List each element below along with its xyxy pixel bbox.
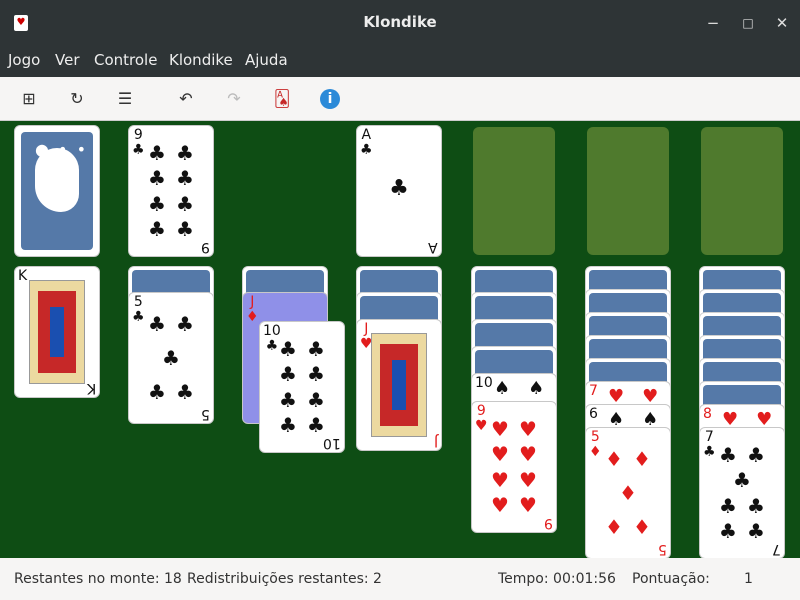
menu-ajuda[interactable]: Ajuda (245, 51, 288, 69)
tableau-1-top-card[interactable]: K K (14, 266, 100, 398)
info-icon[interactable]: i (320, 89, 340, 109)
menu-controle[interactable]: Controle (94, 51, 157, 69)
menubar: Jogo Ver Controle Klondike Ajuda (0, 46, 800, 77)
tableau-7-top-card[interactable]: 7 ♣ ♣ ♣ ♣ ♣ ♣ ♣ ♣ 7 (699, 427, 785, 559)
stock-remaining: Restantes no monte: 18 (14, 571, 182, 587)
foundation-4[interactable] (701, 127, 783, 255)
king-portrait (29, 280, 85, 384)
redeals-remaining: Redistribuições restantes: 2 (187, 571, 382, 587)
waste-card[interactable]: 9 ♣ ♣ ♣ ♣ ♣ ♣ ♣ ♣ ♣ 9 (128, 125, 214, 257)
menu-ver[interactable]: Ver (55, 51, 80, 69)
window-title: Klondike (363, 13, 437, 31)
gnome-foot-icon: ● • • (21, 132, 93, 250)
menu-klondike[interactable]: Klondike (169, 51, 233, 69)
titlebar: ♥ Klondike − □ ✕ (0, 0, 800, 46)
elapsed-time: Tempo: 00:01:56 (498, 571, 616, 587)
game-board: ● • • 9♣ ♣♣♣♣♣♣♣♣ 9 A♣ ♣ A K K 5♣ ♣♣♣♣♣ … (0, 121, 800, 559)
foundation-1[interactable]: A ♣ ♣ A (356, 125, 442, 257)
score-label: Pontuação: (632, 571, 710, 587)
close-button[interactable]: ✕ (771, 12, 793, 34)
stock-pile[interactable]: ● • • (14, 125, 100, 257)
foundation-3[interactable] (587, 127, 669, 255)
hint-icon[interactable]: 🂡 (268, 85, 296, 113)
statusbar: Restantes no monte: 18 Redistribuições r… (0, 558, 800, 600)
score-value: 1 (744, 571, 753, 587)
tableau-5-top-card[interactable]: 9 ♥ ♥ ♥ ♥ ♥ ♥ ♥ ♥ ♥ 9 (471, 401, 557, 533)
list-icon[interactable]: ☰ (111, 85, 139, 113)
new-game-icon[interactable]: ⊞ (15, 85, 43, 113)
toolbar: ⊞ ↻ ☰ ↶ ↷ 🂡 i (0, 77, 800, 121)
undo-icon[interactable]: ↶ (172, 85, 200, 113)
menu-jogo[interactable]: Jogo (8, 51, 40, 69)
foundation-2[interactable] (473, 127, 555, 255)
restart-icon[interactable]: ↻ (63, 85, 91, 113)
tableau-6-top-card[interactable]: 5 ♦ ♦ ♦ ♦ ♦ ♦ 5 (585, 427, 671, 559)
minimize-button[interactable]: − (702, 12, 724, 34)
tableau-4-top-card[interactable]: J ♥ J (356, 319, 442, 451)
maximize-button[interactable]: □ (737, 12, 759, 34)
tableau-3-top-card[interactable]: 10 ♣ ♣ ♣ ♣ ♣ ♣ ♣ ♣ ♣ 10 (259, 321, 345, 453)
redo-icon[interactable]: ↷ (220, 85, 248, 113)
tableau-2-top-card[interactable]: 5 ♣ ♣ ♣ ♣ ♣ ♣ 5 (128, 292, 214, 424)
jack-portrait (371, 333, 427, 437)
